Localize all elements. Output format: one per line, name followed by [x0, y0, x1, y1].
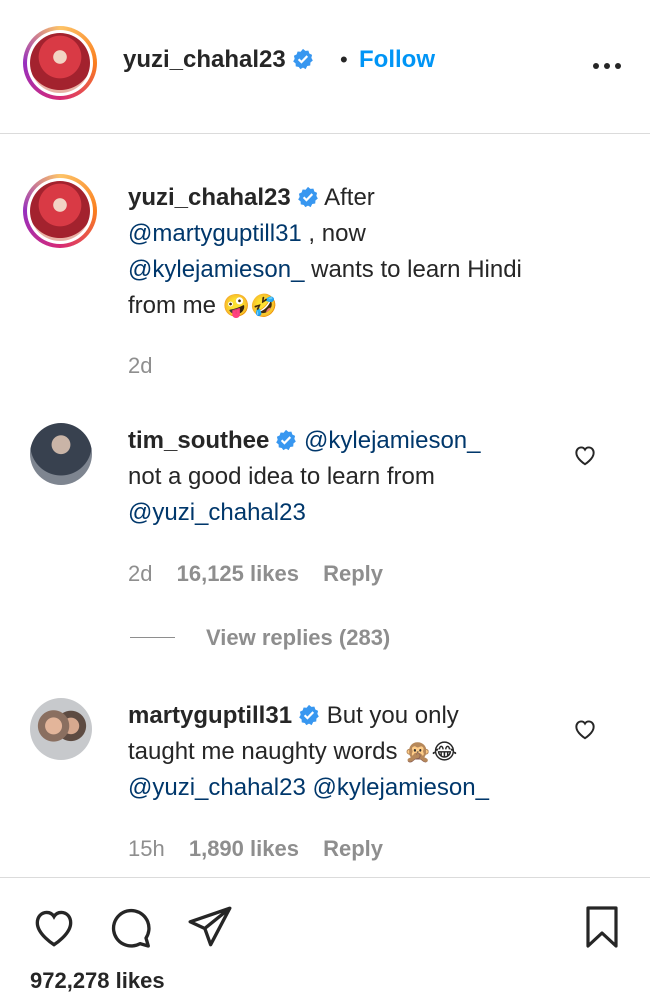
caption-text-4: from me	[128, 292, 223, 319]
comment-text: taught me naughty words	[128, 738, 405, 765]
reply-button[interactable]: Reply	[323, 836, 383, 861]
mention-link[interactable]: @martyguptill31	[128, 220, 302, 247]
caption-avatar[interactable]	[23, 174, 97, 248]
comment: martyguptill31 But you only taught me na…	[128, 698, 568, 806]
view-replies-button[interactable]: View replies (283)	[206, 625, 390, 651]
caption: yuzi_chahal23 After @martyguptill31 , no…	[128, 180, 608, 324]
comment: tim_southee @kylejamieson_ not a good id…	[128, 423, 568, 531]
header-avatar[interactable]	[23, 26, 97, 100]
comment-avatar[interactable]	[30, 698, 92, 760]
heart-icon[interactable]	[572, 442, 598, 473]
comment-text: not a good idea to learn from	[128, 463, 435, 490]
share-icon[interactable]	[185, 902, 235, 957]
bookmark-icon[interactable]	[578, 900, 626, 959]
mention-link[interactable]: @yuzi_chahal23	[128, 499, 306, 526]
comment-time: 15h	[128, 836, 165, 861]
heart-icon[interactable]	[572, 716, 598, 747]
caption-text-2: , now	[301, 220, 366, 247]
comment-username[interactable]: martyguptill31	[128, 702, 292, 729]
emoji-group: 🤪🤣	[222, 293, 278, 318]
more-horizontal-icon[interactable]	[592, 58, 622, 76]
mention-link[interactable]: @yuzi_chahal23	[128, 774, 306, 801]
verified-badge-icon	[275, 429, 297, 451]
header-username[interactable]: yuzi_chahal23	[123, 46, 286, 73]
comment-time: 2d	[128, 561, 153, 586]
comment-meta: 15h 1,890 likes Reply	[128, 836, 383, 862]
replies-divider	[130, 637, 175, 638]
caption-time: 2d	[128, 353, 153, 378]
caption-text-1: After	[324, 184, 375, 211]
reply-button[interactable]: Reply	[323, 561, 383, 586]
mention-link[interactable]: @kylejamieson_	[312, 774, 488, 801]
follow-button[interactable]: Follow	[359, 46, 435, 74]
comment-icon[interactable]	[105, 902, 157, 957]
heart-icon[interactable]	[28, 902, 80, 957]
comment-username[interactable]: tim_southee	[128, 427, 269, 454]
comment-likes[interactable]: 1,890 likes	[189, 836, 299, 861]
header-separator: •	[340, 47, 348, 72]
emoji-group: 🙊😂	[404, 739, 458, 764]
post-likes-count[interactable]: 972,278 likes	[30, 968, 165, 994]
verified-badge-icon	[298, 704, 320, 726]
comment-likes[interactable]: 16,125 likes	[177, 561, 299, 586]
comment-meta: 2d 16,125 likes Reply	[128, 561, 383, 587]
mention-link[interactable]: @kylejamieson_	[304, 427, 480, 454]
post-header: yuzi_chahal23 • Follow	[0, 0, 650, 134]
mention-link[interactable]: @kylejamieson_	[128, 256, 304, 283]
comment-text: But you only	[326, 702, 459, 729]
comment-avatar[interactable]	[30, 423, 92, 485]
action-bar: 972,278 likes	[0, 877, 650, 1006]
caption-text-3: wants to learn Hindi	[304, 256, 522, 283]
verified-badge-icon	[292, 48, 314, 70]
verified-badge-icon	[297, 186, 319, 208]
caption-username[interactable]: yuzi_chahal23	[128, 184, 291, 211]
